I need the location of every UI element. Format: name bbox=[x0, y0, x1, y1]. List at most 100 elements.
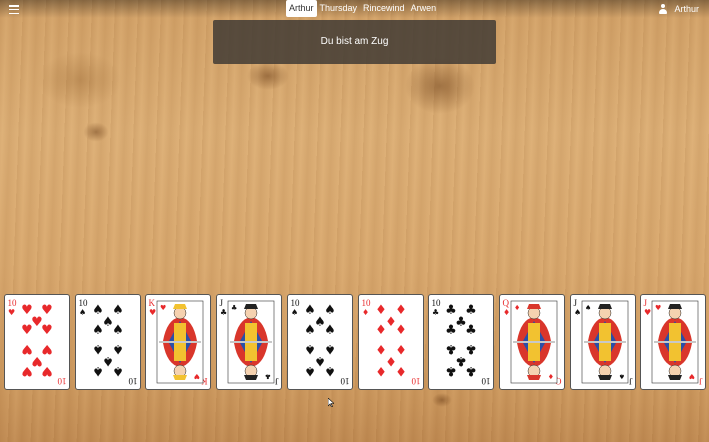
card-pip: ♣ bbox=[465, 323, 477, 338]
card-rank-top: 10 bbox=[78, 298, 88, 308]
card-pip: ♠ bbox=[324, 323, 336, 338]
card-rank-bottom: J bbox=[699, 376, 703, 386]
player-hand: 10 ♥ 10 ♥ ♥ ♥ ♥ ♥ ♥ ♥ ♥ ♥ ♥ 10 ♠ 10 ♠ ♠ ♠ ♠ ♠ ♠ ♠ ♠ ♠ ♠ K ♥ K ♥ ♥ J ♣ J ♣ ♣… bbox=[4, 294, 707, 390]
card-10-of-hearts[interactable]: 10 ♥ 10 ♥ ♥ ♥ ♥ ♥ ♥ ♥ ♥ ♥ ♥ bbox=[4, 294, 70, 390]
card-pip: ♥ bbox=[21, 341, 33, 356]
card-face: 10♥10♥ ♥♥♥ ♥♥ ♥♥♥ ♥ bbox=[8, 298, 67, 386]
card-rank-top: J bbox=[573, 298, 577, 308]
card-face: J♠J♠♠ bbox=[573, 298, 632, 386]
card-pip: ♠ bbox=[92, 323, 104, 338]
player-tab-rincewind[interactable]: Rincewind bbox=[360, 0, 408, 17]
card-pip: ♦ bbox=[375, 323, 387, 338]
card-rank-top: J bbox=[220, 298, 224, 308]
card-K-of-hearts[interactable]: K ♥ K ♥ ♥ bbox=[145, 294, 212, 390]
face-card-illustration: ♣♣ bbox=[227, 300, 275, 384]
card-pip: ♦ bbox=[395, 303, 407, 318]
card-suit-top: ♥ bbox=[149, 308, 156, 317]
card-pip: ♣ bbox=[445, 363, 457, 378]
hamburger-icon[interactable] bbox=[9, 5, 19, 15]
top-bar: Arthur Thursday Rincewind Arwen Arthur bbox=[0, 0, 709, 18]
card-rank-bottom: 10 bbox=[411, 376, 421, 386]
card-rank-bottom: 10 bbox=[340, 376, 350, 386]
player-list: Arthur Thursday Rincewind Arwen bbox=[286, 0, 439, 17]
card-pip: ♦ bbox=[395, 323, 407, 338]
card-pip: ♣ bbox=[445, 341, 457, 356]
card-rank-top: K bbox=[149, 298, 156, 308]
card-pip: ♠ bbox=[112, 323, 124, 338]
card-10-of-diamonds[interactable]: 10 ♦ 10 ♦ ♦ ♦ ♦ ♦ ♦ ♦ ♦ ♦ ♦ bbox=[357, 294, 424, 390]
svg-text:♥: ♥ bbox=[655, 304, 661, 312]
card-J-of-clubs[interactable]: J ♣ J ♣ ♣ bbox=[216, 294, 283, 390]
card-rank-top: 10 bbox=[290, 298, 300, 308]
player-tab-arthur[interactable]: Arthur bbox=[286, 0, 317, 17]
face-card-illustration: ♥♥ bbox=[651, 300, 699, 384]
card-face: 10♠10♠ ♠♠♠ ♠♠ ♠♠♠ ♠ bbox=[290, 298, 350, 386]
card-pip: ♦ bbox=[375, 341, 387, 356]
card-10-of-spades[interactable]: 10 ♠ 10 ♠ ♠ ♠ ♠ ♠ ♠ ♠ ♠ ♠ ♠ bbox=[286, 294, 353, 390]
card-rank-bottom: 10 bbox=[128, 376, 138, 386]
card-suit-top: ♦ bbox=[362, 308, 369, 317]
card-pip: ♥ bbox=[41, 303, 53, 318]
card-pip: ♣ bbox=[465, 303, 477, 318]
svg-text:♥: ♥ bbox=[160, 304, 166, 312]
card-face: 10♦10♦ ♦♦♦ ♦♦ ♦♦♦ ♦ bbox=[361, 298, 421, 386]
card-suit-top: ♣ bbox=[220, 308, 227, 317]
card-pip: ♠ bbox=[92, 341, 104, 356]
turn-status-banner: Du bist am Zug bbox=[213, 20, 496, 64]
card-suit-top: ♠ bbox=[291, 308, 298, 317]
card-rank-bottom: 10 bbox=[57, 376, 67, 386]
player-tab-thursday[interactable]: Thursday bbox=[317, 0, 361, 17]
card-suit-top: ♣ bbox=[432, 308, 439, 317]
card-10-of-spades[interactable]: 10 ♠ 10 ♠ ♠ ♠ ♠ ♠ ♠ ♠ ♠ ♠ ♠ bbox=[74, 294, 141, 390]
card-rank-top: 10 bbox=[361, 298, 371, 308]
card-pip: ♠ bbox=[112, 363, 124, 378]
face-card-illustration: ♠♠ bbox=[581, 300, 628, 384]
card-pip: ♥ bbox=[41, 323, 53, 338]
card-pip: ♥ bbox=[21, 363, 33, 378]
card-rank-bottom: J bbox=[628, 376, 632, 386]
card-face: 10♣10♣ ♣♣♣ ♣♣ ♣♣♣ ♣ bbox=[432, 298, 491, 386]
svg-text:♠: ♠ bbox=[585, 304, 591, 312]
card-suit-top: ♠ bbox=[79, 308, 86, 317]
card-pip: ♥ bbox=[41, 363, 53, 378]
card-pip: ♦ bbox=[395, 363, 407, 378]
player-tab-arwen[interactable]: Arwen bbox=[408, 0, 440, 17]
card-pip: ♠ bbox=[324, 303, 336, 318]
card-pip: ♣ bbox=[465, 363, 477, 378]
card-Q-of-diamonds[interactable]: Q ♦ Q ♦ ♦ bbox=[498, 294, 565, 390]
svg-text:♦: ♦ bbox=[548, 372, 554, 380]
card-face: J♥J♥♥ bbox=[644, 298, 703, 386]
card-pip: ♣ bbox=[445, 323, 457, 338]
card-rank-top: 10 bbox=[8, 298, 18, 308]
card-rank-top: 10 bbox=[432, 298, 442, 308]
card-pip: ♥ bbox=[21, 323, 33, 338]
card-10-of-clubs[interactable]: 10 ♣ 10 ♣ ♣ ♣ ♣ ♣ ♣ ♣ ♣ ♣ ♣ bbox=[428, 294, 495, 390]
card-J-of-hearts[interactable]: J ♥ J ♥ ♥ bbox=[640, 294, 707, 390]
card-pip: ♦ bbox=[375, 363, 387, 378]
card-pip: ♠ bbox=[304, 341, 316, 356]
card-pip: ♠ bbox=[324, 363, 336, 378]
svg-text:♥: ♥ bbox=[194, 372, 200, 380]
card-face: Q♦Q♦♦ bbox=[502, 298, 561, 386]
user-icon bbox=[658, 4, 668, 14]
svg-text:♣: ♣ bbox=[231, 304, 237, 312]
card-suit-top: ♥ bbox=[8, 308, 15, 317]
card-suit-top: ♦ bbox=[503, 308, 510, 317]
card-pip: ♠ bbox=[92, 363, 104, 378]
svg-text:♦: ♦ bbox=[514, 304, 520, 312]
svg-text:♣: ♣ bbox=[265, 372, 271, 380]
card-rank-bottom: J bbox=[275, 376, 279, 386]
card-face: K♥K♥♥ bbox=[149, 298, 208, 386]
svg-text:♠: ♠ bbox=[618, 372, 624, 380]
user-name: Arthur bbox=[674, 4, 699, 14]
card-pip: ♠ bbox=[304, 323, 316, 338]
card-suit-top: ♥ bbox=[644, 308, 651, 317]
card-face: 10♠10♠ ♠♠♠ ♠♠ ♠♠♠ ♠ bbox=[78, 298, 138, 386]
user-menu[interactable]: Arthur bbox=[658, 4, 699, 14]
card-pip: ♠ bbox=[304, 363, 316, 378]
card-J-of-spades[interactable]: J ♠ J ♠ ♠ bbox=[569, 294, 636, 390]
card-rank-top: Q bbox=[502, 298, 509, 308]
card-pip: ♠ bbox=[112, 303, 124, 318]
card-rank-top: J bbox=[644, 298, 648, 308]
card-face: J♣J♣♣ bbox=[220, 298, 279, 386]
